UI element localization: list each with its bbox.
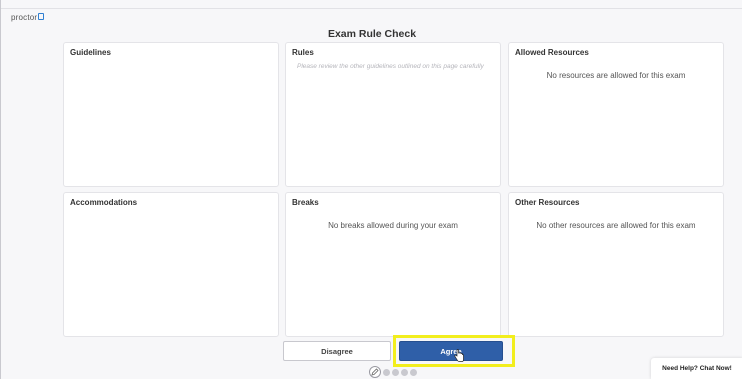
pager-dot[interactable]: [410, 368, 417, 376]
breaks-card: Breaks No breaks allowed during your exa…: [285, 192, 501, 337]
breaks-text: No breaks allowed during your exam: [328, 221, 458, 230]
other-resources-card: Other Resources No other resources are a…: [508, 192, 724, 337]
accommodations-title: Accommodations: [70, 198, 138, 207]
edit-pencil-icon[interactable]: [369, 366, 381, 378]
allowed-resources-card: Allowed Resources No resources are allow…: [508, 42, 724, 187]
logo-text: proctor: [11, 13, 38, 22]
pager-dot[interactable]: [383, 368, 390, 376]
top-divider: [1, 8, 742, 9]
pager-dot[interactable]: [401, 368, 408, 376]
page-title: Exam Rule Check: [327, 28, 417, 40]
breaks-title: Breaks: [292, 198, 319, 207]
other-resources-title: Other Resources: [515, 198, 580, 207]
logo-mark-icon: [38, 13, 45, 20]
rules-note: Please review the other guidelines outli…: [297, 63, 484, 70]
other-resources-text: No other resources are allowed for this …: [536, 221, 696, 230]
rules-title: Rules: [292, 48, 314, 57]
proctor-logo: proctor: [11, 13, 45, 22]
toolbar-dots: [369, 366, 417, 378]
agree-button[interactable]: Agree: [399, 341, 503, 361]
accommodations-card: Accommodations: [63, 192, 279, 337]
rules-card: Rules Please review the other guidelines…: [285, 42, 501, 187]
guidelines-card: Guidelines: [63, 42, 279, 187]
hand-cursor-icon: [454, 349, 464, 362]
guidelines-title: Guidelines: [70, 48, 111, 57]
chat-help-button[interactable]: Need Help? Chat Now!: [651, 358, 742, 379]
pager-dot[interactable]: [392, 368, 399, 376]
allowed-resources-text: No resources are allowed for this exam: [546, 71, 686, 80]
allowed-resources-title: Allowed Resources: [515, 48, 589, 57]
disagree-button[interactable]: Disagree: [283, 341, 391, 361]
proctor-window: proctor Exam Rule Check Guidelines Rules…: [0, 0, 742, 379]
